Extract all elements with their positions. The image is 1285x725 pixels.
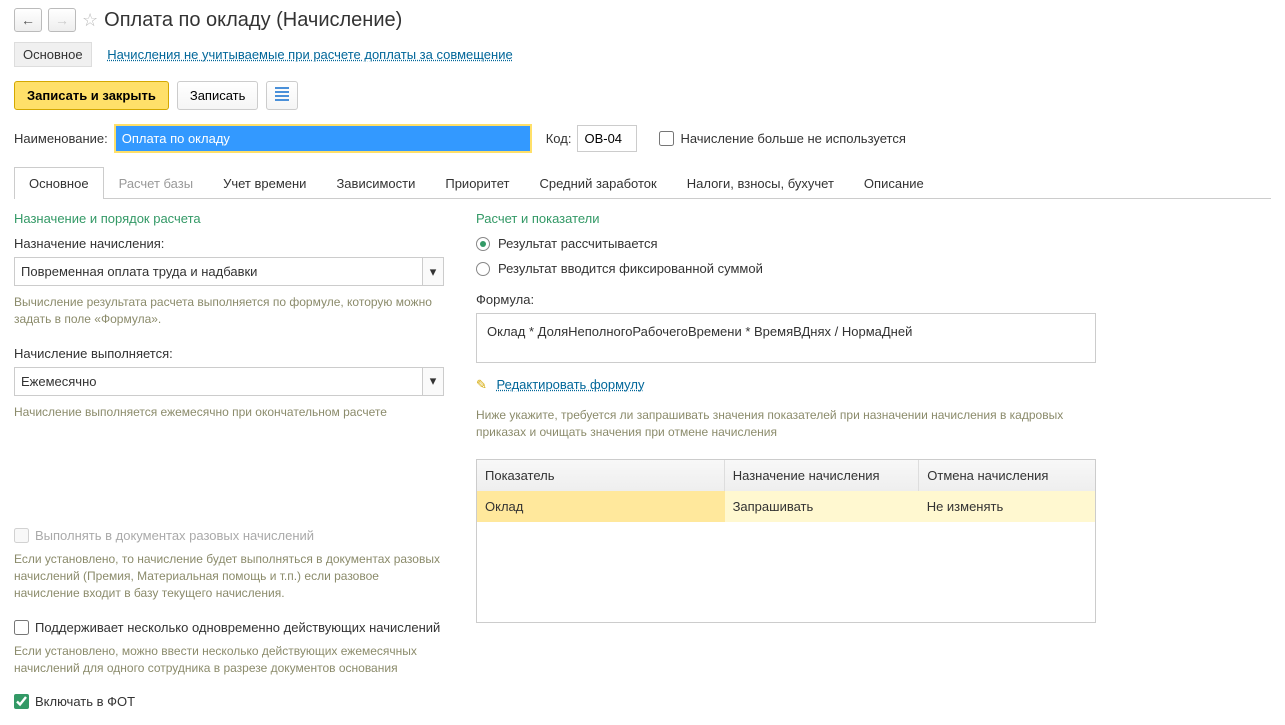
cell-cancel: Не изменять bbox=[919, 491, 1095, 522]
dropdown-icon[interactable]: ▾ bbox=[422, 257, 444, 286]
cell-assign: Запрашивать bbox=[725, 491, 919, 522]
tab-priority[interactable]: Приоритет bbox=[430, 167, 524, 199]
purpose-label: Назначение начисления: bbox=[14, 236, 444, 251]
purpose-hint: Вычисление результата расчета выполняетс… bbox=[14, 294, 444, 328]
name-input[interactable] bbox=[114, 124, 532, 153]
dropdown-icon[interactable]: ▾ bbox=[422, 367, 444, 396]
forward-button[interactable]: → bbox=[48, 8, 76, 32]
save-close-button[interactable]: Записать и закрыть bbox=[14, 81, 169, 110]
tab-desc[interactable]: Описание bbox=[849, 167, 939, 199]
fot-label: Включать в ФОТ bbox=[35, 694, 135, 709]
page-title: Оплата по окладу (Начисление) bbox=[104, 9, 402, 32]
onetime-label: Выполнять в документах разовых начислени… bbox=[35, 528, 314, 543]
name-label: Наименование: bbox=[14, 131, 108, 146]
list-button[interactable] bbox=[266, 81, 298, 110]
not-used-checkbox[interactable] bbox=[659, 131, 674, 146]
onetime-hint: Если установлено, то начисление будет вы… bbox=[14, 551, 444, 601]
tab-bar: Основное Расчет базы Учет времени Зависи… bbox=[14, 167, 1271, 199]
tab-base[interactable]: Расчет базы bbox=[104, 167, 209, 199]
code-input[interactable] bbox=[577, 125, 637, 152]
radio-fixed[interactable] bbox=[476, 262, 490, 276]
exec-select[interactable]: Ежемесячно bbox=[14, 367, 422, 396]
th-assign: Назначение начисления bbox=[725, 460, 920, 491]
table-row[interactable]: Оклад Запрашивать Не изменять bbox=[477, 491, 1095, 522]
not-used-label: Начисление больше не используется bbox=[680, 131, 905, 146]
right-section-title: Расчет и показатели bbox=[476, 211, 1096, 226]
th-indicator: Показатель bbox=[477, 460, 725, 491]
multi-hint: Если установлено, можно ввести несколько… bbox=[14, 643, 444, 677]
indicators-table: Показатель Назначение начисления Отмена … bbox=[476, 459, 1096, 623]
edit-formula-link[interactable]: Редактировать формулу bbox=[497, 377, 645, 392]
onetime-checkbox bbox=[14, 528, 29, 543]
nav-main[interactable]: Основное bbox=[14, 42, 92, 67]
fot-checkbox[interactable] bbox=[14, 694, 29, 709]
code-label: Код: bbox=[546, 131, 572, 146]
th-cancel: Отмена начисления bbox=[919, 460, 1095, 491]
pencil-icon: ✎ bbox=[476, 377, 487, 392]
formula-box: Оклад * ДоляНеполногоРабочегоВремени * В… bbox=[476, 313, 1096, 363]
radio-calc-label: Результат рассчитывается bbox=[498, 236, 658, 251]
multi-label: Поддерживает несколько одновременно дейс… bbox=[35, 620, 440, 635]
save-button[interactable]: Записать bbox=[177, 81, 259, 110]
left-section-title: Назначение и порядок расчета bbox=[14, 211, 444, 226]
star-icon[interactable]: ☆ bbox=[82, 10, 98, 31]
multi-checkbox[interactable] bbox=[14, 620, 29, 635]
tab-taxes[interactable]: Налоги, взносы, бухучет bbox=[672, 167, 849, 199]
exec-label: Начисление выполняется: bbox=[14, 346, 444, 361]
radio-fixed-label: Результат вводится фиксированной суммой bbox=[498, 261, 763, 276]
tab-avg[interactable]: Средний заработок bbox=[524, 167, 671, 199]
table-hint: Ниже укажите, требуется ли запрашивать з… bbox=[476, 407, 1096, 441]
nav-link-exclusions[interactable]: Начисления не учитываемые при расчете до… bbox=[99, 43, 521, 66]
exec-hint: Начисление выполняется ежемесячно при ок… bbox=[14, 404, 444, 421]
cell-indicator: Оклад bbox=[477, 491, 725, 522]
purpose-select[interactable]: Повременная оплата труда и надбавки bbox=[14, 257, 422, 286]
radio-calc[interactable] bbox=[476, 237, 490, 251]
back-button[interactable]: ← bbox=[14, 8, 42, 32]
tab-main[interactable]: Основное bbox=[14, 167, 104, 199]
formula-label: Формула: bbox=[476, 292, 1096, 307]
tab-deps[interactable]: Зависимости bbox=[321, 167, 430, 199]
tab-time[interactable]: Учет времени bbox=[208, 167, 321, 199]
